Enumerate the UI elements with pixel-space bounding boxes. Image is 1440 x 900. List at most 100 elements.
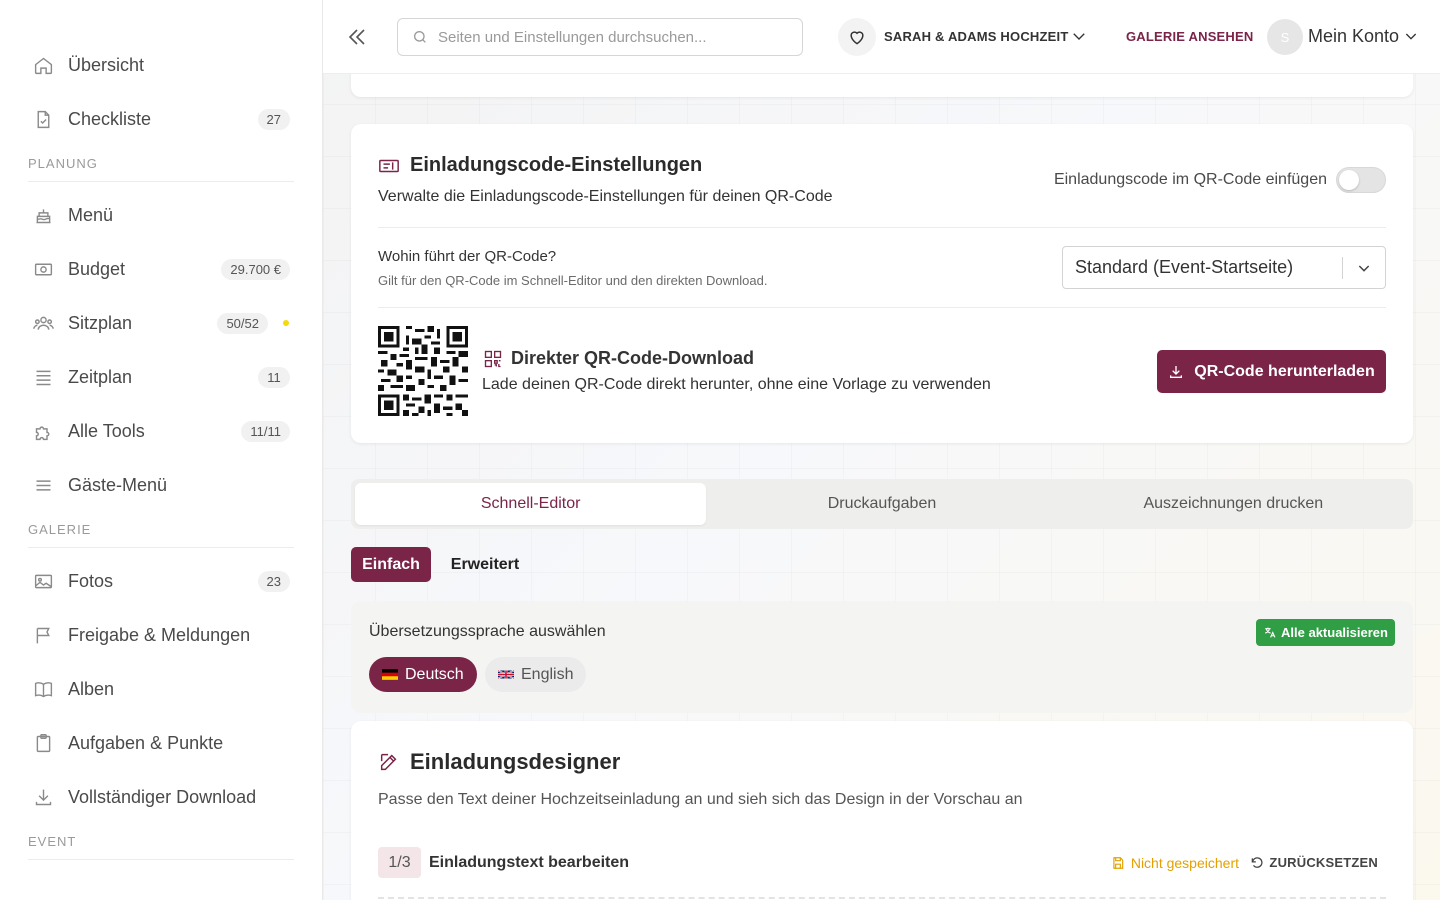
sidebar-item-label: Budget <box>68 258 126 279</box>
heart-icon[interactable] <box>838 18 876 56</box>
book-icon <box>32 678 54 700</box>
card-title: Einladungsdesigner <box>410 749 621 774</box>
include-code-toggle[interactable] <box>1336 167 1386 193</box>
sidebar-item-label: Aufgaben & Punkte <box>68 732 224 753</box>
event-selector[interactable]: SARAH & ADAMS HOCHZEIT <box>884 29 1068 44</box>
unsaved-status: Nicht gespeichert <box>1111 855 1239 871</box>
sidebar: Übersicht Checkliste 27 PLANUNG Menü Bud… <box>0 0 323 900</box>
collapse-sidebar-icon[interactable] <box>345 25 369 49</box>
sidebar-item-menu[interactable]: Menü <box>0 188 322 242</box>
sidebar-item-moderation[interactable]: Freigabe & Meldungen <box>0 608 322 662</box>
step-label: Einladungstext bearbeiten <box>429 854 630 871</box>
download-icon <box>32 786 54 808</box>
qr-code-image <box>378 326 468 416</box>
flag-icon <box>32 624 54 646</box>
cake-icon <box>32 204 54 226</box>
image-icon <box>32 570 54 592</box>
account-menu[interactable]: Mein Konto <box>1308 26 1399 47</box>
reset-button[interactable]: ZURÜCKSETZEN <box>1250 855 1378 870</box>
language-chip-label: Deutsch <box>405 665 464 683</box>
editor-tabs: Schnell-Editor Druckaufgaben Auszeichnun… <box>351 479 1413 529</box>
update-all-button[interactable]: Alle aktualisieren <box>1256 619 1395 646</box>
language-title: Übersetzungssprache auswählen <box>369 623 606 640</box>
sidebar-item-photos[interactable]: Fotos 23 <box>0 554 322 608</box>
sidebar-item-label: Sitzplan <box>68 312 133 333</box>
language-chip-label: English <box>521 665 574 683</box>
sidebar-item-seating[interactable]: Sitzplan 50/52 <box>0 296 322 350</box>
sidebar-item-budget[interactable]: Budget 29.700 € <box>0 242 322 296</box>
chevron-down-icon[interactable] <box>1403 28 1419 44</box>
home-icon <box>32 54 54 76</box>
topbar: SARAH & ADAMS HOCHZEIT GALERIE ANSEHEN S… <box>323 0 1440 74</box>
sidebar-item-label: Übersicht <box>68 54 145 75</box>
target-select[interactable]: Standard (Event-Startseite) <box>1062 246 1386 289</box>
section-label-gallery: GALERIE <box>28 522 294 548</box>
count-badge: 11/11 <box>241 420 290 442</box>
search-icon <box>412 29 428 45</box>
section-label-event: EVENT <box>28 834 294 860</box>
undo-icon <box>1252 856 1263 868</box>
download-qr-button[interactable]: QR-Code herunterladen <box>1157 350 1386 393</box>
avatar[interactable]: S <box>1267 19 1303 55</box>
tab-quick-editor[interactable]: Schnell-Editor <box>355 483 707 525</box>
search-input[interactable] <box>438 28 778 46</box>
menu-icon <box>32 474 54 496</box>
count-badge: 11 <box>258 366 290 388</box>
target-help: Gilt für den QR-Code im Schnell-Editor u… <box>378 273 768 288</box>
uk-flag-icon <box>498 669 514 680</box>
sidebar-item-schedule[interactable]: Zeitplan 11 <box>0 350 322 404</box>
card-subtitle: Verwalte die Einladungscode-Einstellunge… <box>378 188 833 205</box>
unsaved-label: Nicht gespeichert <box>1130 855 1239 871</box>
language-chip-english[interactable]: English <box>485 657 587 692</box>
sidebar-item-label: Menü <box>68 204 114 225</box>
sidebar-item-label: Zeitplan <box>68 366 133 387</box>
sidebar-item-overview[interactable]: Übersicht <box>0 38 322 92</box>
qr-code-icon <box>483 349 503 369</box>
ticket-icon <box>378 155 400 177</box>
view-gallery-link[interactable]: GALERIE ANSEHEN <box>1126 29 1253 44</box>
target-question: Wohin führt der QR-Code? <box>378 248 557 265</box>
sidebar-item-tasks[interactable]: Aufgaben & Punkte <box>0 716 322 770</box>
edit-icon <box>378 751 400 773</box>
translation-language-panel: Übersetzungssprache auswählen Alle aktua… <box>351 601 1413 713</box>
count-badge: 27 <box>257 108 290 130</box>
reset-label: ZURÜCKSETZEN <box>1269 855 1378 870</box>
puzzle-icon <box>32 420 54 442</box>
users-icon <box>32 312 54 334</box>
toggle-knob <box>1339 170 1359 190</box>
language-chip-german[interactable]: Deutsch <box>369 657 477 692</box>
count-badge: 29.700 € <box>221 258 290 280</box>
sidebar-item-full-download[interactable]: Vollständiger Download <box>0 770 322 824</box>
count-badge: 50/52 <box>217 312 268 334</box>
toggle-label: Einladungscode im QR-Code einfügen <box>1053 171 1327 188</box>
sidebar-item-label: Fotos <box>68 570 114 591</box>
list-icon <box>32 366 54 388</box>
sidebar-item-guest-menu[interactable]: Gäste-Menü <box>0 458 322 512</box>
dashed-divider <box>378 897 1386 899</box>
save-icon <box>1113 857 1124 869</box>
count-badge: 23 <box>257 570 290 592</box>
download-title: Direkter QR-Code-Download <box>511 348 755 368</box>
download-subtitle: Lade deinen QR-Code direkt herunter, ohn… <box>482 376 991 393</box>
sidebar-item-checklist[interactable]: Checkliste 27 <box>0 92 322 146</box>
sidebar-item-label: Alben <box>68 678 115 699</box>
download-icon <box>1170 365 1183 378</box>
tab-print-awards[interactable]: Auszeichnungen drucken <box>1058 483 1409 525</box>
mode-advanced-button[interactable]: Erweitert <box>441 547 529 582</box>
status-dot <box>283 320 289 326</box>
select-separator <box>1342 257 1343 279</box>
card-subtitle: Passe den Text deiner Hochzeitseinladung… <box>378 791 1023 808</box>
chevron-down-icon[interactable] <box>1070 27 1088 45</box>
download-qr-label: QR-Code herunterladen <box>1194 362 1375 380</box>
sidebar-item-albums[interactable]: Alben <box>0 662 322 716</box>
sidebar-item-all-tools[interactable]: Alle Tools 11/11 <box>0 404 322 458</box>
divider <box>378 227 1386 228</box>
sidebar-item-label: Checkliste <box>68 108 152 129</box>
clipboard-icon <box>32 732 54 754</box>
target-select-value: Standard (Event-Startseite) <box>1075 257 1294 277</box>
invitation-code-settings-card: Einladungscode-Einstellungen Verwalte di… <box>351 124 1413 443</box>
tab-print-tasks[interactable]: Druckaufgaben <box>706 483 1057 525</box>
card-title: Einladungscode-Einstellungen <box>410 154 703 176</box>
chevron-down-icon <box>1356 260 1372 276</box>
mode-simple-button[interactable]: Einfach <box>351 547 431 582</box>
